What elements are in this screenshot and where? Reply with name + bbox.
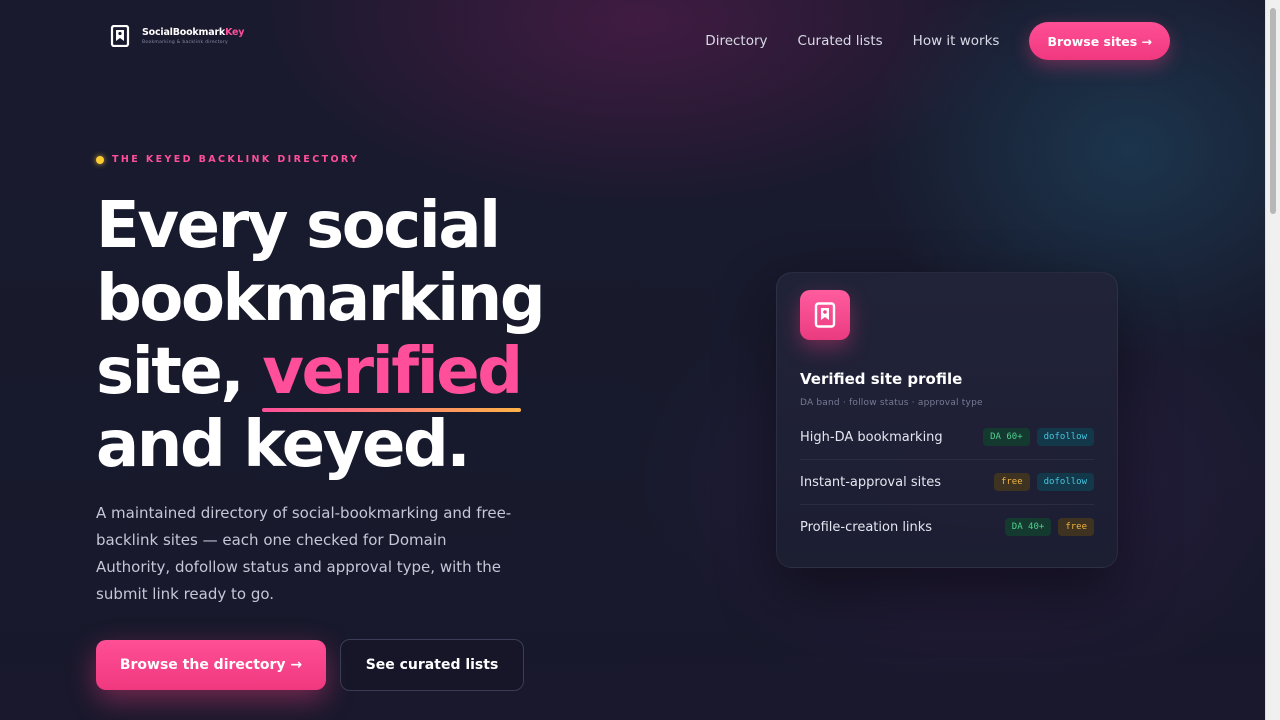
list-item: Profile-creation links DA 40+ free xyxy=(800,504,1094,549)
brand-text: SocialBookmarkKey Bookmarking & backlink… xyxy=(142,27,244,45)
eyebrow-text: THE KEYED BACKLINK DIRECTORY xyxy=(112,154,360,165)
headline-highlight: verified xyxy=(262,335,523,412)
nav-link-how-it-works[interactable]: How it works xyxy=(913,33,1000,49)
bookmark-icon xyxy=(800,290,850,340)
browse-sites-button[interactable]: Browse sites → xyxy=(1029,22,1170,60)
eyebrow-dot-icon xyxy=(96,155,104,164)
card-meta: DA band · follow status · approval type xyxy=(800,398,983,408)
da-badge: DA 60+ xyxy=(983,428,1030,446)
row-badges: free dofollow xyxy=(993,473,1094,491)
row-label: High-DA bookmarking xyxy=(800,429,943,445)
row-badges: DA 60+ dofollow xyxy=(983,428,1094,446)
hero-headline: Every social bookmarking site, verified … xyxy=(96,190,716,482)
headline-line-2: bookmarking xyxy=(96,262,546,336)
nav-link-directory[interactable]: Directory xyxy=(705,33,767,49)
dofollow-badge: dofollow xyxy=(1036,473,1094,491)
headline-line-4: and keyed. xyxy=(96,408,471,482)
scrollbar-thumb[interactable] xyxy=(1270,8,1276,214)
da-badge: DA 40+ xyxy=(1004,518,1052,536)
browse-directory-button[interactable]: Browse the directory → xyxy=(96,640,326,690)
headline-line-3-prefix: site, xyxy=(96,335,263,409)
nav-links: Directory Curated lists How it works Bro… xyxy=(705,22,1170,60)
headline-line-1: Every social xyxy=(96,189,501,263)
brand-logo-link[interactable]: SocialBookmarkKey Bookmarking & backlink… xyxy=(108,24,244,48)
see-curated-lists-button[interactable]: See curated lists xyxy=(340,639,524,691)
free-badge: free xyxy=(993,473,1030,491)
hero-subcopy: A maintained directory of social-bookmar… xyxy=(96,504,512,603)
hero-eyebrow: THE KEYED BACKLINK DIRECTORY xyxy=(96,154,359,165)
bookmark-key-icon xyxy=(108,24,132,48)
headline-line-3: site, verified xyxy=(96,335,716,412)
free-badge: free xyxy=(1058,518,1094,536)
list-item: Instant-approval sites free dofollow xyxy=(800,459,1094,504)
vertical-scrollbar[interactable] xyxy=(1265,0,1280,720)
row-label: Instant-approval sites xyxy=(800,474,942,490)
verified-site-profile-card: Verified site profile DA band · follow s… xyxy=(776,272,1118,568)
top-navigation: SocialBookmarkKey Bookmarking & backlink… xyxy=(0,0,1266,84)
row-label: Profile-creation links xyxy=(800,519,933,535)
row-badges: DA 40+ free xyxy=(1004,518,1094,536)
list-item: High-DA bookmarking DA 60+ dofollow xyxy=(800,415,1094,459)
card-rows: High-DA bookmarking DA 60+ dofollow Inst… xyxy=(800,415,1094,549)
brand-name: SocialBookmarkKey xyxy=(142,27,245,38)
brand-tagline: Bookmarking & backlink directory xyxy=(142,40,228,45)
card-title: Verified site profile xyxy=(800,370,963,388)
nav-link-curated-lists[interactable]: Curated lists xyxy=(798,33,883,49)
dofollow-badge: dofollow xyxy=(1036,428,1094,446)
